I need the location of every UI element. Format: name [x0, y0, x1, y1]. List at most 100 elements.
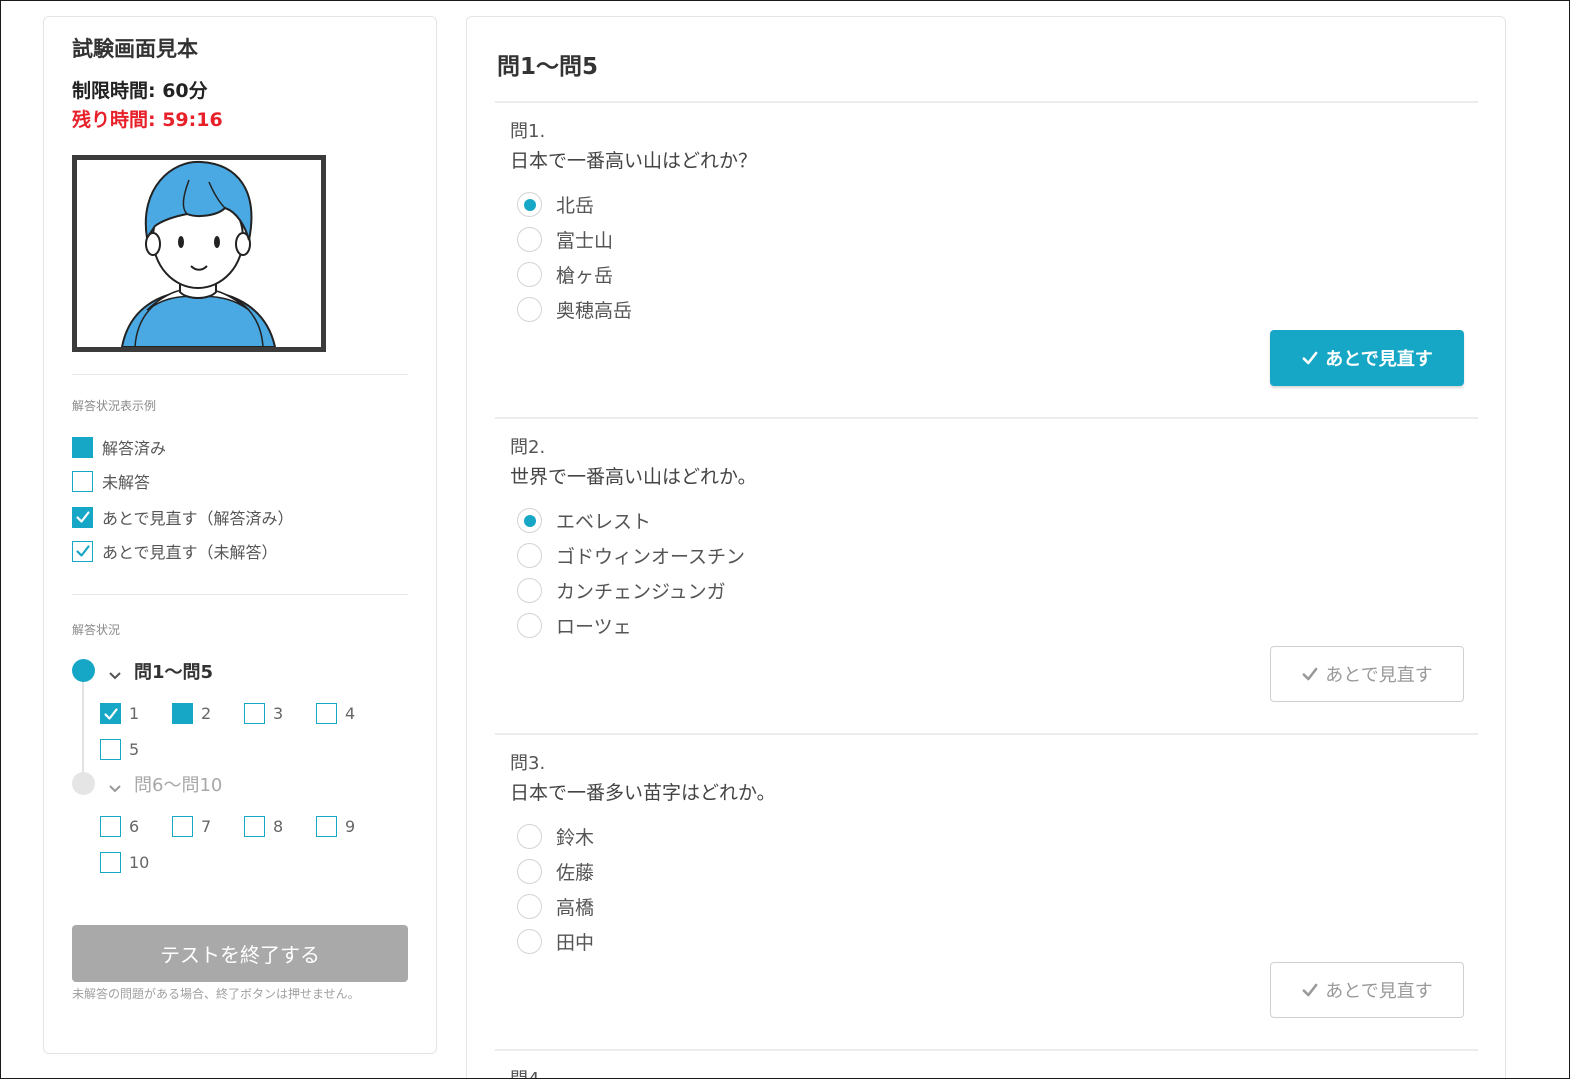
- check-icon: [1302, 667, 1318, 681]
- question-text: 日本で一番多い苗字はどれか。: [510, 782, 776, 804]
- radio-button[interactable]: [517, 929, 542, 954]
- avatar: [120, 160, 277, 347]
- legend-label: 解答済み: [102, 439, 167, 458]
- page-title: 問1～問5: [497, 54, 599, 80]
- question-number: 問2.: [510, 437, 546, 458]
- answer-option[interactable]: ローツェ: [517, 612, 632, 639]
- radio-button[interactable]: [517, 262, 542, 287]
- question-number: 問1.: [510, 121, 546, 142]
- radio-button[interactable]: [517, 543, 542, 568]
- question-nav-item[interactable]: 5: [100, 739, 139, 760]
- review-later-button[interactable]: あとで見直す: [1270, 646, 1464, 702]
- check-icon: [75, 511, 90, 523]
- radio-button[interactable]: [517, 578, 542, 603]
- answer-option[interactable]: 富士山: [517, 226, 613, 253]
- divider: [72, 594, 408, 595]
- chevron-down-icon[interactable]: [108, 779, 122, 793]
- question-nav-item[interactable]: 6: [100, 816, 139, 837]
- question-nav-number: 6: [129, 817, 140, 836]
- question-nav-item[interactable]: 7: [172, 816, 211, 837]
- answer-option[interactable]: 田中: [517, 928, 594, 955]
- question-text: 世界で一番高い山はどれか。: [510, 466, 757, 488]
- question-nav-item[interactable]: 8: [244, 816, 283, 837]
- group-indicator: [72, 659, 95, 682]
- status-box-review-answered[interactable]: [100, 703, 121, 724]
- answer-option[interactable]: 北岳: [517, 191, 594, 218]
- answer-option-label: 富士山: [556, 230, 614, 252]
- question-nav-item[interactable]: 4: [316, 703, 355, 724]
- status-box-unanswered[interactable]: [244, 703, 265, 724]
- question-nav-item[interactable]: 2: [172, 703, 211, 724]
- review-later-label: あとで見直す: [1325, 349, 1433, 370]
- question-divider: [495, 733, 1478, 735]
- answer-option[interactable]: 佐藤: [517, 858, 594, 885]
- divider: [72, 374, 408, 375]
- answer-option[interactable]: カンチェンジュンガ: [517, 577, 726, 604]
- question-nav-item[interactable]: 3: [244, 703, 283, 724]
- status-box-unanswered[interactable]: [316, 703, 337, 724]
- status-box-unanswered[interactable]: [100, 816, 121, 837]
- answer-option[interactable]: 槍ヶ岳: [517, 261, 613, 288]
- radio-button[interactable]: [517, 894, 542, 919]
- answer-option-label: 田中: [556, 932, 595, 954]
- question-nav-item[interactable]: 1: [100, 703, 139, 724]
- chevron-down-icon[interactable]: [108, 666, 122, 680]
- status-box-unanswered[interactable]: [172, 816, 193, 837]
- question-divider: [495, 101, 1478, 103]
- radio-button[interactable]: [517, 297, 542, 322]
- legend-label: あとで見直す（解答済み）: [102, 509, 294, 528]
- group-title[interactable]: 問6～問10: [134, 771, 222, 797]
- status-box-unanswered[interactable]: [316, 816, 337, 837]
- question-nav-item[interactable]: 10: [100, 852, 149, 873]
- legend-label: 未解答: [102, 473, 151, 492]
- radio-button[interactable]: [517, 227, 542, 252]
- status-box-unanswered[interactable]: [100, 852, 121, 873]
- answer-option-label: エベレスト: [556, 511, 652, 533]
- review-later-button[interactable]: あとで見直す: [1270, 962, 1464, 1018]
- radio-button[interactable]: [517, 613, 542, 638]
- answer-option[interactable]: エベレスト: [517, 507, 651, 534]
- answer-option[interactable]: ゴドウィンオースチン: [517, 542, 745, 569]
- radio-button[interactable]: [517, 824, 542, 849]
- review-later-label: あとで見直す: [1325, 981, 1433, 1002]
- question-nav-number: 1: [129, 704, 140, 723]
- question-nav-number: 5: [129, 740, 140, 759]
- status-box-answered: [72, 436, 93, 458]
- question-nav-number: 4: [345, 704, 356, 723]
- time-limit: 制限時間: 60分: [72, 80, 208, 102]
- question-text: 日本で一番高い山はどれか？: [510, 150, 758, 172]
- question-nav-number: 10: [129, 853, 150, 872]
- end-test-button[interactable]: テストを終了する: [72, 925, 408, 982]
- legend-heading: 解答状況表示例: [72, 399, 157, 413]
- answer-option[interactable]: 鈴木: [517, 823, 594, 850]
- question-number: 問3.: [510, 753, 546, 774]
- check-icon: [103, 707, 118, 720]
- sidebar: 試験画面見本 制限時間: 60分 残り時間: 59:16 解答状況表示例 解答済…: [43, 16, 437, 1054]
- legend-item: 解答済み: [72, 435, 166, 459]
- question-nav-number: 3: [273, 704, 284, 723]
- answer-option-label: 高橋: [556, 897, 595, 919]
- radio-button[interactable]: [517, 859, 542, 884]
- status-box-unanswered[interactable]: [100, 739, 121, 760]
- review-later-label: あとで見直す: [1325, 665, 1433, 686]
- answer-option-label: 鈴木: [556, 827, 595, 849]
- status-box-unanswered: [72, 470, 93, 492]
- status-heading: 解答状況: [72, 623, 121, 637]
- question-nav-number: 8: [273, 817, 284, 836]
- status-box-answered[interactable]: [172, 703, 193, 724]
- answer-option-label: ゴドウィンオースチン: [556, 546, 746, 568]
- question-divider: [495, 417, 1478, 419]
- answer-option[interactable]: 奥穂高岳: [517, 296, 632, 323]
- answer-option[interactable]: 高橋: [517, 893, 594, 920]
- radio-button[interactable]: [517, 192, 542, 217]
- question-divider: [495, 1049, 1478, 1051]
- answer-option-label: カンチェンジュンガ: [556, 581, 726, 603]
- answer-option-label: 奥穂高岳: [556, 300, 633, 322]
- radio-button[interactable]: [517, 508, 542, 533]
- review-later-button[interactable]: あとで見直す: [1270, 330, 1464, 386]
- group-title[interactable]: 問1～問5: [134, 658, 213, 684]
- legend-item: あとで見直す（解答済み）: [72, 505, 294, 529]
- status-box-unanswered[interactable]: [244, 816, 265, 837]
- question-nav-item[interactable]: 9: [316, 816, 355, 837]
- exam-window: 試験画面見本 制限時間: 60分 残り時間: 59:16 解答状況表示例 解答済…: [0, 0, 1570, 1079]
